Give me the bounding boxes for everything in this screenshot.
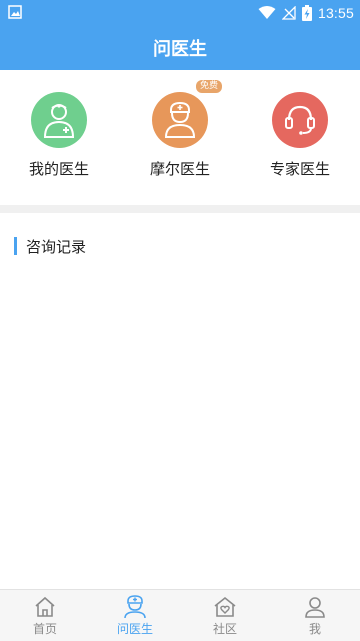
nurse-icon: 免费 xyxy=(152,80,222,148)
tab-home[interactable]: 首页 xyxy=(0,590,90,641)
user-icon xyxy=(305,596,325,618)
shortcut-expert-doctor[interactable]: 专家医生 xyxy=(250,92,350,179)
home-icon xyxy=(35,596,55,617)
status-time: 13:55 xyxy=(317,5,354,21)
tab-ask-doctor[interactable]: 问医生 xyxy=(90,590,180,641)
bottom-tab-bar: 首页 问医生 社区 我 xyxy=(0,589,360,641)
shortcut-label: 专家医生 xyxy=(269,160,330,178)
consultation-records-header: 咨询记录 xyxy=(14,237,87,256)
headset-icon xyxy=(272,92,328,148)
tab-label: 社区 xyxy=(212,621,237,636)
section-title: 咨询记录 xyxy=(26,237,87,256)
no-signal-icon xyxy=(281,6,296,20)
shortcut-label: 摩尔医生 xyxy=(149,160,210,178)
tab-label: 首页 xyxy=(32,621,57,636)
shortcut-my-doctor[interactable]: 我的医生 xyxy=(9,92,109,179)
tab-community[interactable]: 社区 xyxy=(180,590,270,641)
section-divider xyxy=(0,205,360,213)
wifi-icon xyxy=(258,6,276,19)
battery-charging-icon xyxy=(301,5,312,21)
title-bar: 问医生 xyxy=(0,25,360,70)
doctor-icon xyxy=(31,92,87,148)
page-title: 问医生 xyxy=(153,38,207,60)
tab-label: 我 xyxy=(308,621,321,636)
shortcut-panel: 我的医生 免费 摩尔医生 专家医生 xyxy=(0,70,360,205)
free-badge: 免费 xyxy=(195,80,222,93)
nurse-tab-icon xyxy=(124,594,146,618)
status-bar: 13:55 xyxy=(0,0,360,25)
community-icon xyxy=(214,596,236,617)
tab-label: 问医生 xyxy=(116,621,153,636)
shortcut-label: 我的医生 xyxy=(28,160,89,178)
accent-bar xyxy=(14,237,17,255)
image-icon xyxy=(8,5,22,19)
tab-me[interactable]: 我 xyxy=(270,590,360,641)
shortcut-moore-doctor[interactable]: 免费 摩尔医生 xyxy=(130,80,230,179)
